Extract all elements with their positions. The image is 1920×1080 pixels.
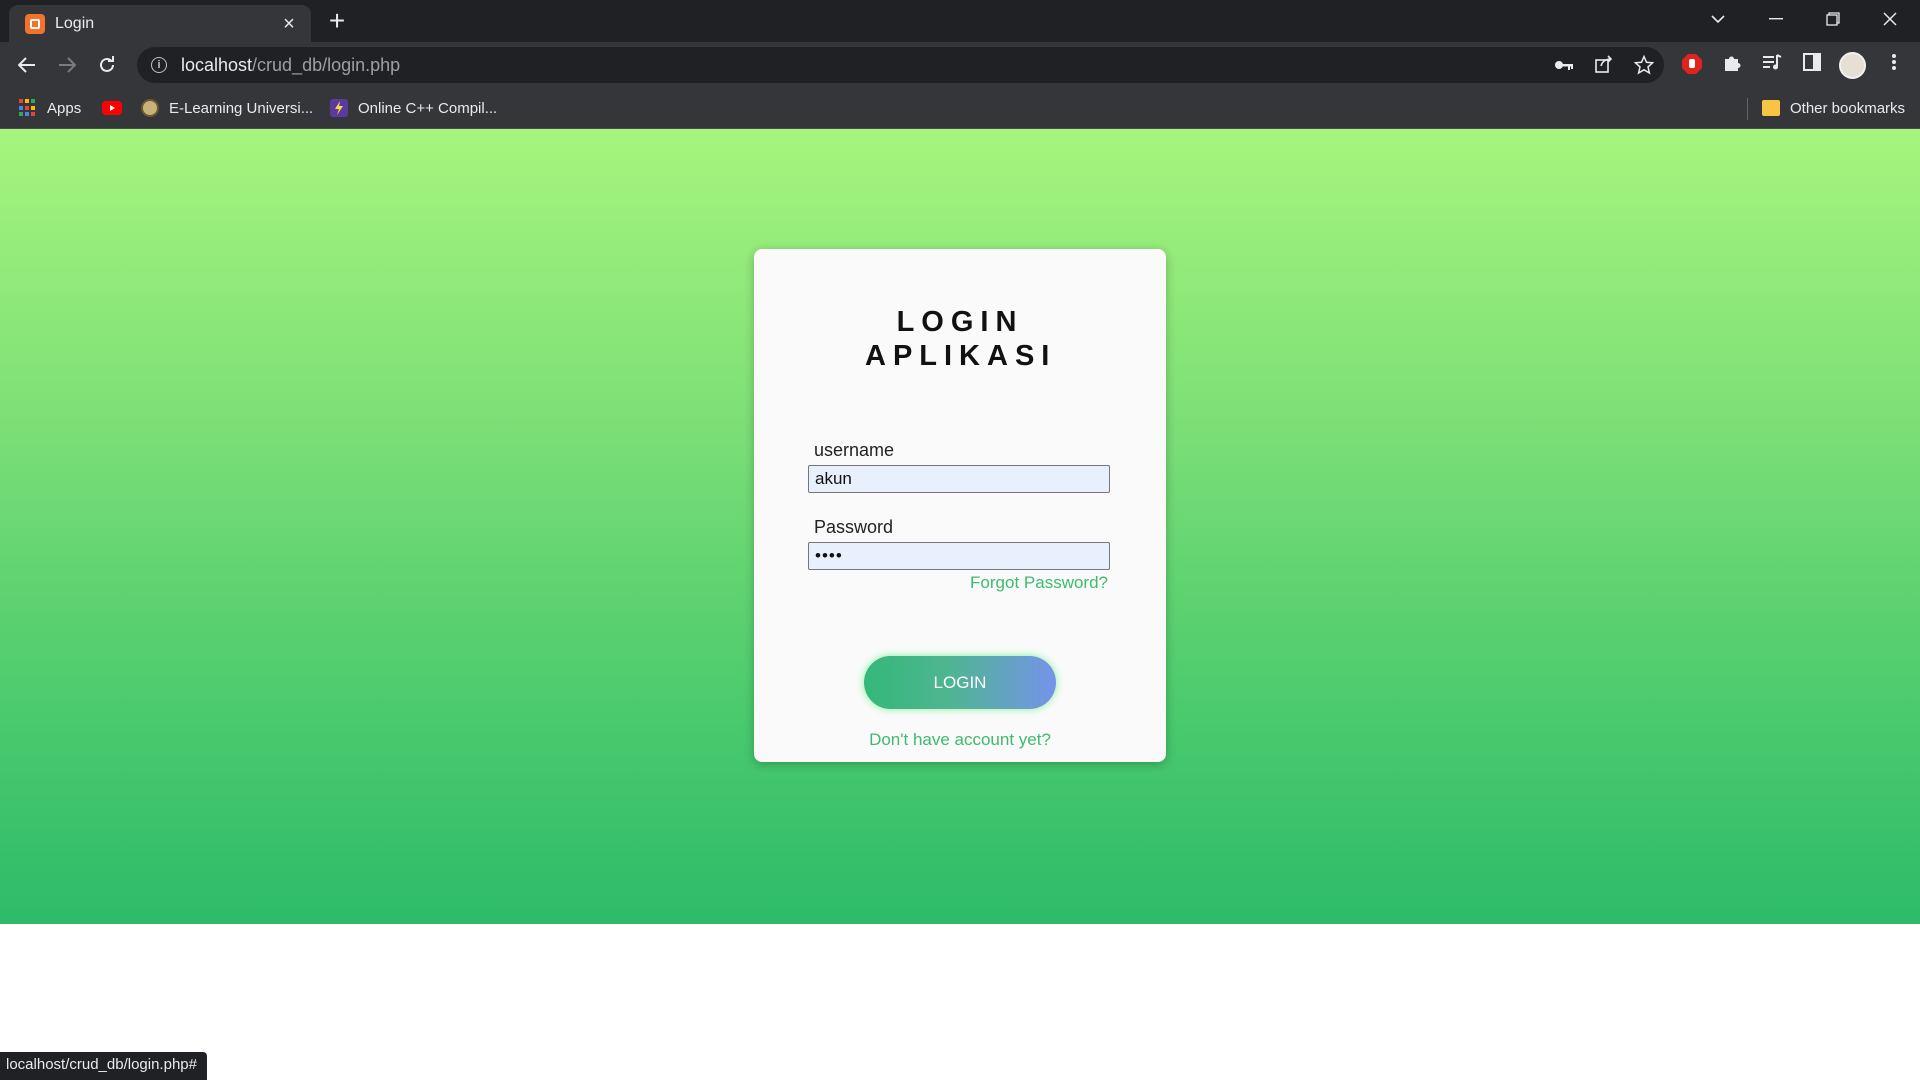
forgot-password-link[interactable]: Forgot Password?	[754, 573, 1108, 593]
university-icon	[141, 99, 159, 117]
address-bar[interactable]: i localhost/crud_db/login.php	[137, 47, 1664, 83]
password-label: Password	[814, 517, 894, 537]
browser-tab-strip: Login × +	[0, 0, 1920, 42]
bookmark-label: Apps	[47, 99, 82, 117]
bookmark-youtube[interactable]	[102, 97, 132, 119]
bookmark-label: Online C++ Compil...	[358, 99, 498, 117]
bookmark-star-icon[interactable]	[1633, 54, 1655, 75]
bookmark-cpp-compiler[interactable]: Online C++ Compil...	[330, 97, 497, 119]
url-host: localhost	[181, 54, 253, 75]
chrome-menu-icon[interactable]	[1882, 53, 1906, 77]
media-control-icon[interactable]	[1760, 53, 1784, 77]
reload-icon[interactable]	[91, 49, 123, 81]
login-title-text: LOGIN APLIKASI	[865, 306, 1057, 372]
page-background: LOGIN APLIKASI username Password •••• Fo…	[0, 129, 1920, 924]
browser-toolbar: i localhost/crud_db/login.php	[0, 42, 1920, 88]
other-bookmarks[interactable]: Other bookmarks	[1762, 97, 1905, 119]
profile-avatar[interactable]	[1839, 52, 1866, 79]
login-title: LOGIN APLIKASI	[754, 305, 1166, 373]
tab-close-icon[interactable]: ×	[279, 14, 299, 34]
other-bookmarks-label: Other bookmarks	[1790, 99, 1906, 117]
youtube-icon	[102, 101, 122, 115]
password-input[interactable]: ••••	[808, 542, 1110, 570]
username-label: username	[814, 440, 895, 460]
username-input[interactable]	[808, 465, 1110, 493]
bolt-icon	[330, 99, 348, 117]
back-arrow-icon[interactable]	[11, 49, 43, 81]
site-info-icon[interactable]: i	[151, 57, 167, 73]
folder-icon	[1762, 100, 1780, 116]
key-icon[interactable]	[1553, 55, 1575, 75]
share-icon[interactable]	[1593, 55, 1615, 75]
url-path: /crud_db/login.php	[252, 54, 401, 75]
address-url[interactable]: localhost/crud_db/login.php	[181, 55, 400, 76]
bookmarks-divider	[1747, 98, 1748, 120]
bookmarks-bar: Apps E-Learning Universi... Online C++ C…	[0, 88, 1920, 129]
apps-grid-icon	[19, 99, 37, 117]
xampp-favicon-icon	[25, 13, 45, 34]
bookmark-label: E-Learning Universi...	[169, 99, 314, 117]
link-status-bubble: localhost/crud_db/login.php#	[0, 1052, 207, 1080]
close-window-icon[interactable]	[1862, 0, 1918, 38]
bookmark-elearning[interactable]: E-Learning Universi...	[141, 97, 313, 119]
bookmark-apps[interactable]: Apps	[19, 97, 81, 119]
login-card: LOGIN APLIKASI username Password •••• Fo…	[754, 249, 1166, 762]
side-panel-icon[interactable]	[1800, 53, 1824, 77]
signup-link[interactable]: Don't have account yet?	[754, 730, 1166, 750]
restore-icon[interactable]	[1805, 0, 1861, 38]
adblock-extension-icon[interactable]	[1680, 53, 1704, 77]
tab-title: Login	[55, 14, 95, 32]
browser-tab[interactable]: Login ×	[9, 5, 311, 42]
tab-search-chevron-icon[interactable]	[1690, 0, 1746, 38]
forward-arrow-icon[interactable]	[51, 49, 83, 81]
new-tab-button[interactable]: +	[322, 7, 352, 37]
extensions-puzzle-icon[interactable]	[1720, 53, 1744, 77]
minimize-icon[interactable]	[1748, 0, 1804, 38]
login-button[interactable]: LOGIN	[864, 656, 1056, 709]
